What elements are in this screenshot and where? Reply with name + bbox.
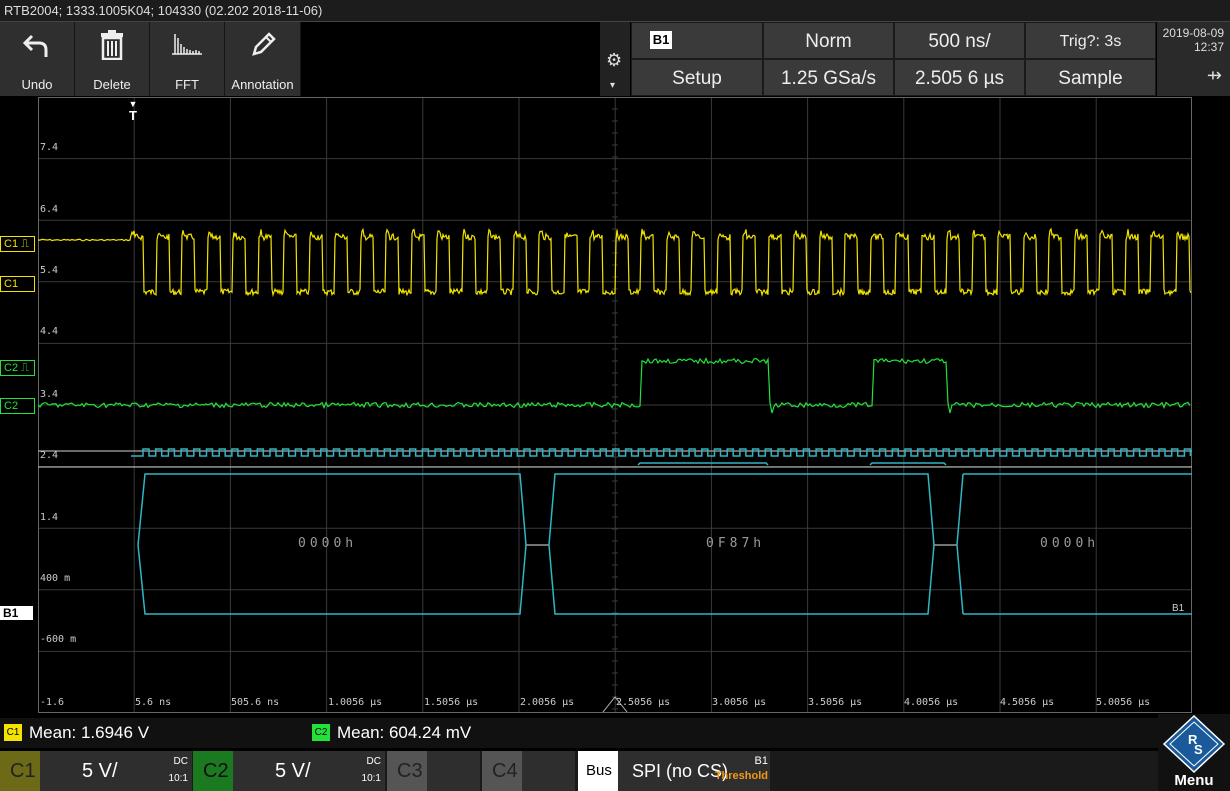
c3-scale[interactable] [427,751,480,791]
setup-button[interactable]: Setup [631,59,763,96]
y-label: -600 m [40,634,77,645]
bus-threshold-label: Threshold [714,770,768,782]
decode-value-1: 0000h [298,536,358,551]
y-label: 3.4 [40,389,59,400]
measurement-bar [0,718,1230,748]
c1-measure-chip: C1 [4,724,22,741]
caret-down-icon: ▾ [610,80,616,91]
x-label: 3.5056 µs [808,697,863,708]
y-label: 7.4 [40,142,59,153]
trigger-marker-label: T [129,108,137,123]
bus-tag: B1 [650,31,672,49]
c2-coupling: DC [366,756,381,767]
c3-channel-button[interactable]: C3 [387,751,427,791]
c4-channel-button[interactable]: C4 [482,751,522,791]
undo-label: Undo [21,77,53,92]
c1-coupling: DC [173,756,188,767]
date-time: 2019-08-09 12:37 ⇸ [1157,22,1230,96]
fft-label: FFT [175,77,199,92]
y-label: -1.6 [40,697,65,708]
undo-button[interactable]: Undo [0,22,75,96]
bus-tag-label: B1 [754,755,768,767]
c1-mean-readout[interactable]: Mean: 1.6946 V [29,718,149,748]
trigger-status[interactable]: Trig?: 3s [1025,22,1156,59]
x-label: 505.6 ns [231,697,280,708]
decode-value-2: 0F87h [706,536,766,551]
waveform-display[interactable] [38,97,1192,713]
bus-clock-trace [131,448,1192,457]
y-label: 1.4 [40,512,59,523]
toolbar: Undo Delete FFT Annotation [0,22,301,96]
fft-button[interactable]: FFT [150,22,225,96]
sample-rate[interactable]: 1.25 GSa/s [763,59,894,96]
c2-coupling-info: DC 10:1 [353,756,381,784]
c2-offset-tag[interactable]: C2 [0,398,35,414]
x-label: 2.5056 µs [616,697,671,708]
x-label: 5.6 ns [135,697,172,708]
gear-icon: ⚙ [606,50,623,70]
b1-offset-tag[interactable]: B1 [0,606,33,620]
c2-channel-button[interactable]: C2 [193,751,233,791]
rohde-schwarz-logo-icon: R S [1162,714,1226,774]
settings-button[interactable]: ⚙ ▾ [600,22,630,96]
menu-label: Menu [1174,772,1214,789]
usb-icon: ⇸ [1206,65,1222,85]
c2-measure-chip: C2 [312,724,330,741]
c2-mean-readout[interactable]: Mean: 604.24 mV [337,718,471,748]
acquisition-mode[interactable]: Sample [1025,59,1156,96]
time: 12:37 [1193,40,1224,54]
pencil-icon [225,30,300,62]
y-label: 5.4 [40,265,59,276]
undo-icon [0,30,74,62]
svg-text:S: S [1194,742,1203,757]
bus-button[interactable]: Bus [578,751,618,791]
y-label: 2.4 [40,450,59,461]
c2-probe: 10:1 [361,773,381,784]
date: 2019-08-09 [1162,26,1224,40]
c4-scale[interactable] [522,751,575,791]
fft-icon [150,30,224,62]
c2-trigger-level-tag[interactable]: C2 ⎍ [0,360,35,376]
x-label: 4.5056 µs [1000,697,1055,708]
annotation-button[interactable]: Annotation [225,22,301,96]
delete-label: Delete [93,77,131,92]
x-label: 1.5056 µs [424,697,479,708]
b1-end-label: B1 [1172,603,1185,614]
y-label: 6.4 [40,204,59,215]
x-label: 4.0056 µs [904,697,959,708]
c1-probe: 10:1 [168,773,188,784]
horizontal-position[interactable]: 2.505 6 µs [894,59,1025,96]
x-label: 3.0056 µs [712,697,767,708]
x-label: 5.0056 µs [1096,697,1151,708]
trash-icon [75,30,149,62]
menu-button[interactable]: R S Menu [1158,714,1230,791]
x-label: 1.0056 µs [328,697,383,708]
bus-data-trace [637,462,947,466]
c1-coupling-info: DC 10:1 [160,756,188,784]
c1-channel-button[interactable]: C1 [0,751,40,791]
c1-offset-tag[interactable]: C1 [0,276,35,292]
c1-trigger-level-tag[interactable]: C1 ⎍ [0,236,35,252]
bus-info: B1 Threshold [710,756,768,782]
annotation-label: Annotation [231,77,294,92]
trigger-mode[interactable]: Norm [763,22,894,59]
decode-value-3: 0000h [1040,536,1100,551]
timebase[interactable]: 500 ns/ [894,22,1025,59]
trigger-marker[interactable]: ▼ T [128,98,138,122]
title-bar: RTB2004; 1333.1005K04; 104330 (02.202 20… [0,0,1230,22]
c1-waveform [38,227,1192,298]
x-label: 2.0056 µs [520,697,575,708]
delete-button[interactable]: Delete [75,22,150,96]
y-label: 4.4 [40,326,59,337]
y-label: 400 m [40,573,71,584]
